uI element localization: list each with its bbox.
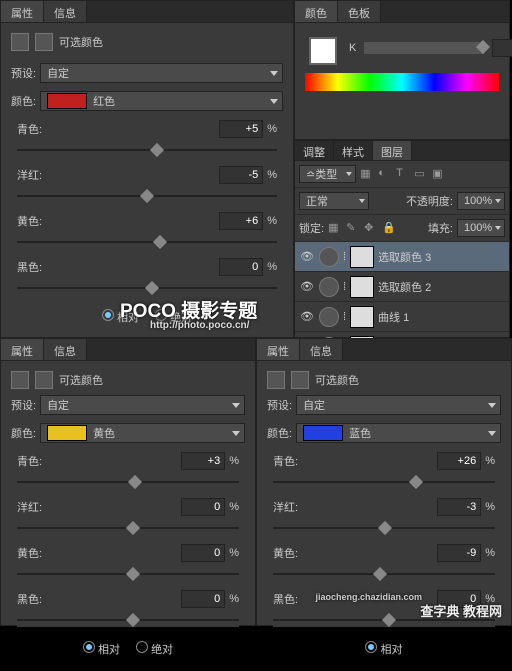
watermark-main: POCO 摄影专题 (120, 296, 257, 323)
lock-transparent-icon[interactable]: ▦ (328, 221, 342, 235)
fill-label: 填充: (428, 220, 453, 236)
preset-label: 预设: (11, 65, 36, 81)
watermark-bottom-brand: 查字典 教程网 (420, 601, 502, 620)
adjustment-layer-icon (319, 247, 339, 267)
cyan-label: 青色: (17, 121, 42, 137)
tab-properties[interactable]: 属性 (257, 339, 300, 360)
magenta-slider[interactable] (17, 189, 277, 203)
color-panel: 颜色 色板 K % (294, 0, 510, 140)
visibility-icon[interactable]: 👁 (299, 309, 315, 325)
color-dropdown[interactable]: 蓝色 (296, 423, 501, 443)
magenta-label: 洋红: (17, 167, 42, 183)
method-absolute[interactable]: 绝对 (136, 641, 173, 657)
lock-label: 锁定: (299, 220, 324, 236)
k-slider[interactable] (364, 42, 484, 54)
lock-all-icon[interactable]: 🔒 (382, 221, 396, 235)
black-slider[interactable] (17, 281, 277, 295)
tab-adjust[interactable]: 调整 (295, 141, 334, 160)
watermark-url: http://photo.poco.cn/ (150, 320, 249, 331)
tab-swatches[interactable]: 色板 (338, 1, 381, 22)
color-spectrum[interactable] (305, 73, 499, 91)
blend-mode[interactable]: 正常 (299, 192, 369, 210)
layers-panel: 调整 样式 图层 ≏ 类型 ▦ ◐ T ▭ ▣ 正常 不透明度: 100% 锁定… (294, 140, 510, 338)
tab-color[interactable]: 颜色 (295, 1, 338, 22)
k-channel-label: K (349, 42, 356, 54)
selective-color-panel-red: 属性 信息 可选颜色 预设: 自定 颜色: 红色 青色:% 洋红:% 黄色:% … (0, 0, 294, 338)
magenta-slider[interactable] (273, 521, 495, 535)
tab-info[interactable]: 信息 (44, 339, 87, 360)
cyan-input[interactable] (181, 452, 225, 470)
adjustment-icon (11, 33, 29, 51)
panel-title: 可选颜色 (59, 34, 103, 50)
filter-adjust-icon[interactable]: ◐ (378, 167, 392, 181)
layer-name[interactable]: 曲线 1 (378, 309, 409, 325)
k-input[interactable] (492, 39, 512, 57)
opacity-input[interactable]: 100% (457, 192, 505, 210)
preset-dropdown[interactable]: 自定 (40, 395, 245, 415)
selective-color-panel-blue: 属性信息 可选颜色 预设:自定 颜色:蓝色 青色:% 洋红:% 黄色:% 黑色:… (256, 338, 512, 626)
adjustment-layer-icon (319, 307, 339, 327)
yellow-slider[interactable] (17, 567, 239, 581)
yellow-label: 黄色: (17, 213, 42, 229)
visibility-icon[interactable]: 👁 (299, 279, 315, 295)
cyan-input[interactable] (219, 120, 263, 138)
tab-bar: 属性 信息 (1, 1, 293, 23)
magenta-input[interactable] (437, 498, 481, 516)
tab-info[interactable]: 信息 (44, 1, 87, 22)
lock-paint-icon[interactable]: ✎ (346, 221, 360, 235)
color-dropdown[interactable]: 红色 (40, 91, 283, 111)
filter-type-icon[interactable]: T (396, 167, 410, 181)
tab-style[interactable]: 样式 (334, 141, 373, 160)
link-icon: ⁞ (343, 251, 346, 263)
filter-shape-icon[interactable]: ▭ (414, 167, 428, 181)
color-label: 颜色: (11, 93, 36, 109)
lock-move-icon[interactable]: ✥ (364, 221, 378, 235)
filter-kind[interactable]: ≏ 类型 (299, 165, 356, 183)
magenta-input[interactable] (219, 166, 263, 184)
mask-icon (35, 33, 53, 51)
tab-layers[interactable]: 图层 (373, 141, 412, 160)
method-relative[interactable]: 相对 (83, 641, 120, 657)
yellow-input[interactable] (181, 544, 225, 562)
tab-properties[interactable]: 属性 (1, 1, 44, 22)
layer-name[interactable]: 选取颜色 2 (378, 279, 431, 295)
selective-color-panel-yellow: 属性信息 可选颜色 预设:自定 颜色:黄色 青色:% 洋红:% 黄色:% 黑色:… (0, 338, 256, 626)
mask-thumb[interactable] (350, 246, 374, 268)
visibility-icon[interactable]: 👁 (299, 249, 315, 265)
tab-properties[interactable]: 属性 (1, 339, 44, 360)
opacity-label: 不透明度: (406, 193, 453, 209)
black-slider[interactable] (17, 613, 239, 627)
adjustment-layer-icon (319, 277, 339, 297)
filter-pixel-icon[interactable]: ▦ (360, 167, 374, 181)
preset-dropdown[interactable]: 自定 (40, 63, 283, 83)
magenta-input[interactable] (181, 498, 225, 516)
layer-row[interactable]: 👁⁞曲线 1 (295, 302, 509, 332)
black-input[interactable] (181, 590, 225, 608)
yellow-input[interactable] (219, 212, 263, 230)
magenta-slider[interactable] (17, 521, 239, 535)
yellow-slider[interactable] (17, 235, 277, 249)
cyan-slider[interactable] (17, 143, 277, 157)
black-input[interactable] (219, 258, 263, 276)
black-label: 黑色: (17, 259, 42, 275)
color-dropdown[interactable]: 黄色 (40, 423, 245, 443)
cyan-slider[interactable] (17, 475, 239, 489)
fill-input[interactable]: 100% (457, 219, 505, 237)
method-relative[interactable]: 相对 (365, 641, 402, 657)
tab-info[interactable]: 信息 (300, 339, 343, 360)
watermark-bottom-url: jiaocheng.chazidian.com (315, 592, 422, 602)
filter-smart-icon[interactable]: ▣ (432, 167, 446, 181)
preset-dropdown[interactable]: 自定 (296, 395, 501, 415)
cyan-slider[interactable] (273, 475, 495, 489)
cyan-input[interactable] (437, 452, 481, 470)
yellow-input[interactable] (437, 544, 481, 562)
fg-bg-swatch[interactable] (309, 37, 337, 65)
yellow-slider[interactable] (273, 567, 495, 581)
layer-row[interactable]: 👁⁞选取颜色 2 (295, 272, 509, 302)
layer-row[interactable]: 👁 ⁞ 选取颜色 3 (295, 242, 509, 272)
layer-name[interactable]: 选取颜色 3 (378, 249, 431, 265)
color-chip (47, 93, 87, 109)
